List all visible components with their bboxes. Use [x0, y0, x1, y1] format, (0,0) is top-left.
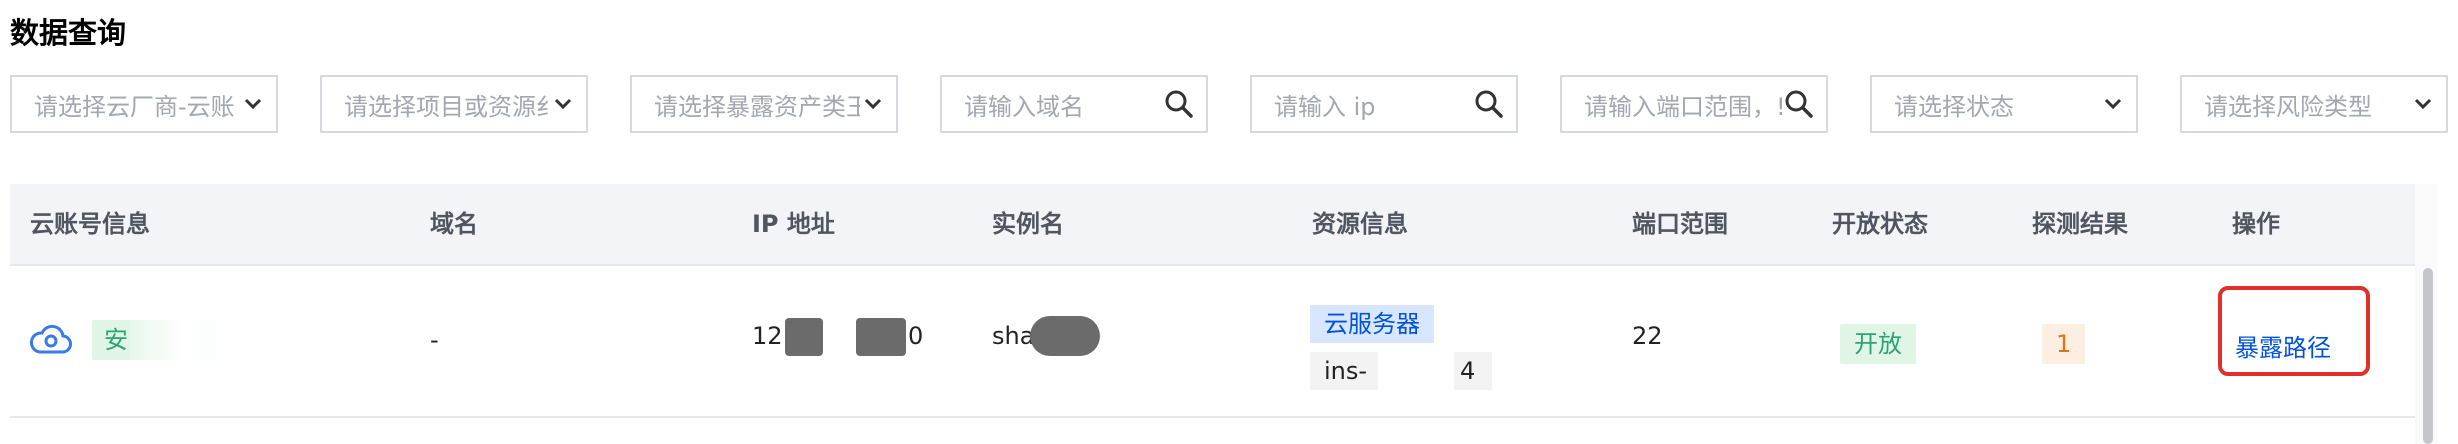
chevron-down-icon: [860, 91, 886, 117]
page-title: 数据查询: [10, 16, 127, 50]
filter-risk-type-select[interactable]: 请选择风险类型: [2180, 75, 2448, 133]
column-header: 资源信息: [1312, 210, 1408, 238]
filter-placeholder: 请选择云厂商-云账: [34, 92, 235, 121]
column-header: 实例名: [992, 210, 1064, 238]
filter-placeholder: 请选择项目或资源纟: [344, 92, 550, 121]
filter-status-select[interactable]: 请选择状态: [1870, 75, 2138, 133]
domain-value: -: [430, 326, 439, 354]
search-icon[interactable]: [1782, 87, 1816, 121]
cloud-icon: [30, 322, 72, 356]
chevron-down-icon: [2410, 91, 2436, 117]
redaction-mask: [785, 318, 823, 356]
chevron-down-icon: [2100, 91, 2126, 117]
column-header: IP 地址: [752, 210, 835, 238]
chevron-down-icon: [550, 91, 576, 117]
filter-asset-type-select[interactable]: 请选择暴露资产类王: [630, 75, 898, 133]
redaction-mask: [1030, 316, 1100, 356]
filter-cloud-account-select[interactable]: 请选择云厂商-云账: [10, 75, 278, 133]
filter-placeholder: 请输入端口范围，!: [1584, 92, 1782, 121]
filter-placeholder: 请选择状态: [1894, 92, 2014, 121]
column-header: 域名: [430, 210, 478, 238]
instance-name: sha: [992, 322, 1035, 350]
column-header: 端口范围: [1632, 210, 1728, 238]
redaction-mask: [130, 320, 226, 360]
table-header: 云账号信息 域名 IP 地址 实例名 资源信息 端口范围 开放状态 探测结果 操…: [10, 184, 2415, 266]
result-badge: 1: [2042, 324, 2086, 364]
scrollbar-thumb[interactable]: [2423, 268, 2433, 444]
filter-domain-search[interactable]: 请输入域名: [940, 75, 1208, 133]
exposure-path-link[interactable]: 暴露路径: [2235, 328, 2331, 363]
filter-placeholder: 请输入 ip: [1274, 92, 1376, 121]
port-range: 22: [1632, 322, 1663, 350]
column-header: 云账号信息: [30, 210, 150, 238]
table-row: 安 - 12 0 sha 云服务器 ins- 4 22 开放 1: [10, 266, 2415, 418]
chevron-down-icon: [240, 91, 266, 117]
filter-port-range-search[interactable]: 请输入端口范围，!: [1560, 75, 1828, 133]
ip-suffix: 0: [908, 322, 924, 350]
filter-placeholder: 请选择暴露资产类王: [654, 92, 860, 121]
filter-placeholder: 请输入域名: [964, 92, 1084, 121]
redaction-mask: [856, 318, 906, 356]
data-table: 云账号信息 域名 IP 地址 实例名 资源信息 端口范围 开放状态 探测结果 操…: [10, 184, 2415, 444]
filter-project-select[interactable]: 请选择项目或资源纟: [320, 75, 588, 133]
instance-id-suffix: 4: [1460, 357, 1476, 385]
column-header: 操作: [2232, 210, 2280, 238]
ip-prefix: 12: [752, 322, 783, 350]
filter-placeholder: 请选择风险类型: [2204, 92, 2372, 121]
search-icon[interactable]: [1162, 87, 1196, 121]
instance-id-prefix: ins-: [1324, 357, 1368, 385]
status-badge: 开放: [1840, 324, 1916, 364]
resource-type-tag: 云服务器: [1310, 305, 1434, 343]
column-header: 开放状态: [1832, 210, 1928, 238]
filter-ip-search[interactable]: 请输入 ip: [1250, 75, 1518, 133]
search-icon[interactable]: [1472, 87, 1506, 121]
redaction-mask: [1378, 352, 1454, 390]
column-header: 探测结果: [2032, 210, 2128, 238]
